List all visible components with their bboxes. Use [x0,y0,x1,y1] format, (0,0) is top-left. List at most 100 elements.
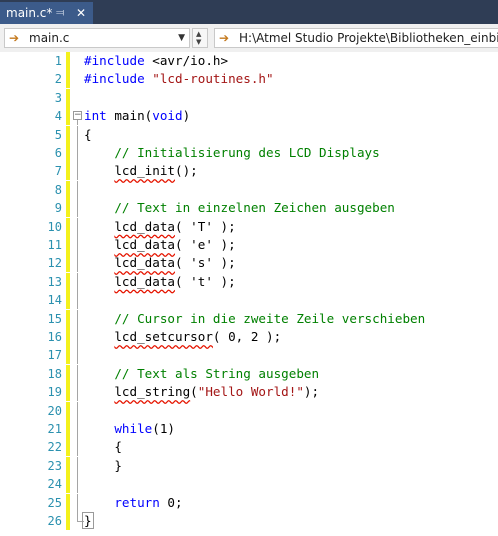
fold-guide [77,383,78,402]
line-number: 15 [47,311,62,326]
close-icon[interactable]: ✕ [76,2,86,24]
code-text: // Cursor in die zweite Zeile verschiebe… [114,310,426,326]
change-marker [66,420,70,438]
line-number: 5 [54,127,62,142]
code-line[interactable]: 5{ [0,125,498,144]
code-text: lcd_string("Hello World!"); [114,384,320,400]
code-line[interactable]: 21 while(1) [0,420,498,438]
arrow-icon: ➔ [9,31,20,45]
code-text: while(1) [114,421,176,436]
code-line[interactable]: 9 // Text in einzelnen Zeichen ausgeben [0,199,498,218]
change-marker [66,346,70,365]
code-line[interactable]: 8 [0,180,498,199]
change-marker [66,438,70,457]
code-line[interactable]: 24 [0,475,498,494]
fold-guide [77,346,78,365]
fold-guide [77,125,78,144]
code-text: { [84,439,122,455]
code-text: } [82,512,94,529]
change-marker [66,493,70,512]
arrow-icon: ➔ [219,31,230,45]
tab-main-c[interactable]: main.c* ⫤ ✕ [0,2,93,24]
change-marker [66,52,70,70]
line-number: 4 [54,109,62,124]
line-number: 8 [54,182,62,197]
change-marker [66,236,70,254]
fold-guide [77,420,78,438]
code-line[interactable]: 20 [0,401,498,420]
code-line[interactable]: 7 lcd_init(); [0,162,498,181]
code-text: } [84,457,122,473]
code-line[interactable]: 3 [0,88,498,107]
line-number: 12 [47,256,62,271]
code-line[interactable]: 23 } [0,456,498,475]
code-line[interactable]: 10 lcd_data( 'T' ); [0,217,498,236]
fold-guide [77,456,78,475]
file-dropdown[interactable]: ➔ main.c ▼ [4,28,190,48]
change-marker [66,364,70,383]
change-marker [66,162,70,181]
code-line[interactable]: 25 return 0; [0,493,498,512]
change-marker [66,272,70,291]
member-dropdown-value: H:\Atmel Studio Projekte\Bibliotheken_ei… [239,31,498,45]
line-number: 22 [47,440,62,455]
line-number: 26 [47,514,62,528]
change-marker [66,199,70,218]
fold-guide [77,236,78,254]
line-number: 10 [47,219,62,234]
change-marker [66,309,70,328]
code-text: // Initialisierung des LCD Displays [114,145,380,160]
file-dropdown-value: main.c [29,31,70,45]
code-line[interactable]: 16 lcd_setcursor( 0, 2 ); [0,328,498,346]
change-marker [66,217,70,236]
code-text: lcd_init(); [114,163,198,179]
line-number: 2 [54,72,62,87]
code-line[interactable]: 2 #include "lcd-routines.h" [0,70,498,89]
code-line[interactable]: 22 { [0,438,498,457]
line-number: 23 [47,458,62,473]
change-marker [66,144,70,162]
code-line[interactable]: 17 [0,346,498,365]
change-marker [66,180,70,199]
line-number: 16 [47,330,62,344]
fold-guide [77,199,78,218]
line-number: 13 [47,274,62,289]
code-line[interactable]: 18 // Text als String ausgeben [0,364,498,383]
code-text: return 0; [114,494,183,510]
fold-guide [77,475,78,494]
fold-guide [77,328,78,346]
fold-guide [77,309,78,328]
code-line[interactable]: 11 lcd_data( 'e' ); [0,236,498,254]
code-line[interactable]: 15 // Cursor in die zweite Zeile verschi… [0,309,498,328]
line-number: 19 [47,385,62,400]
code-text: // Text in einzelnen Zeichen ausgeben [114,200,395,216]
code-line[interactable]: 14 [0,291,498,310]
code-editor[interactable]: 1 #include <avr/io.h> 2 #include "lcd-routi… [0,52,498,536]
code-text: { [84,126,92,142]
pin-icon[interactable]: ⫤ [56,2,64,24]
member-dropdown[interactable]: ➔ H:\Atmel Studio Projekte\Bibliotheken_… [214,28,498,48]
code-line[interactable]: 13 lcd_data( 't' ); [0,272,498,291]
line-number: 20 [47,403,62,418]
collapse-icon[interactable]: − [73,111,82,121]
code-line[interactable]: 26} [0,512,498,530]
code-line[interactable]: 1 #include <avr/io.h> [0,52,498,70]
code-line[interactable]: 6 // Initialisierung des LCD Displays [0,144,498,162]
line-number: 9 [54,201,62,216]
line-number: 24 [47,477,62,492]
code-line[interactable]: 4 − int main(void) [0,107,498,126]
line-number: 17 [47,348,62,363]
split-spinner[interactable]: ▲ ▼ [192,28,208,48]
change-marker [66,125,70,144]
code-text: lcd_data( 'T' ); [114,218,236,234]
fold-guide [77,254,78,273]
code-line[interactable]: 12 lcd_data( 's' ); [0,254,498,273]
change-marker [66,475,70,494]
fold-guide [77,364,78,383]
code-line[interactable]: 19 lcd_string("Hello World!"); [0,383,498,402]
change-marker [66,254,70,273]
code-text: lcd_data( 's' ); [114,255,236,271]
line-number: 7 [54,164,62,179]
change-marker [66,291,70,310]
fold-guide [77,180,78,199]
